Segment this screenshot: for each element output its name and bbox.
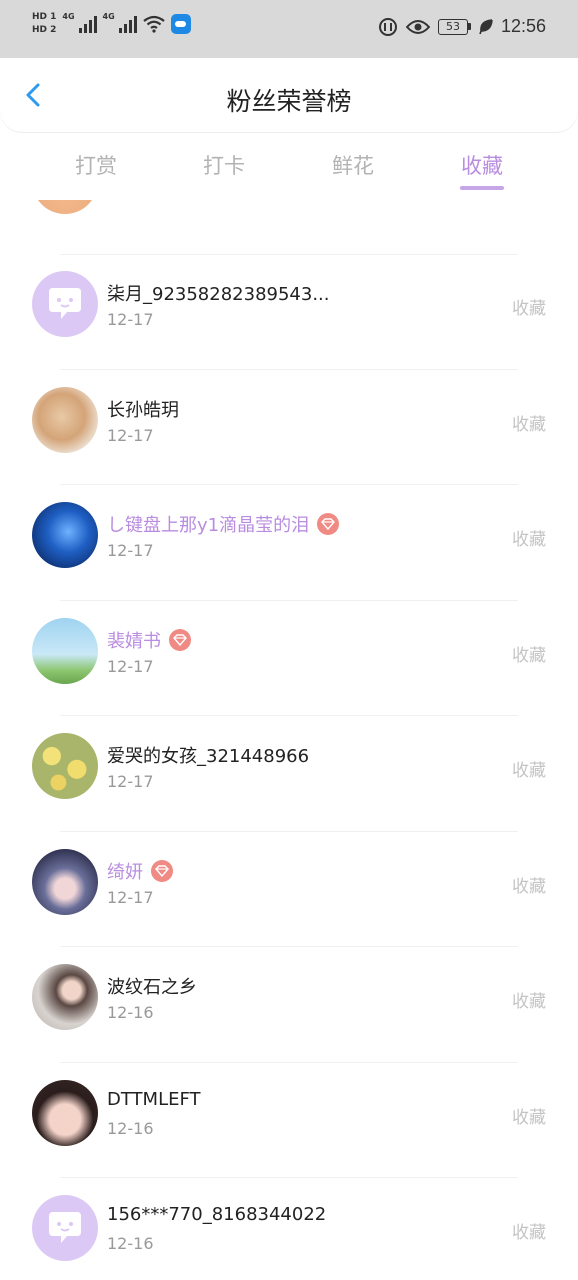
list-item[interactable]: 156***770_8168344022 12-16 收藏 [0,1178,578,1280]
date: 12-16 [107,1118,154,1138]
action-label: 收藏 [512,299,546,319]
user-name: し键盘上那у1滴晶莹的泪 [107,515,310,536]
sim2-label: HD 2 [32,25,57,35]
action-label: 收藏 [512,992,546,1012]
user-name: 156***770_8168344022 [107,1204,327,1225]
user-name: 长孙皓玥 [107,399,179,421]
default-chat-avatar [32,271,98,337]
list-item[interactable]: し键盘上那у1滴晶莹的泪 12-17 收藏 [0,485,578,601]
list-item[interactable]: 长孙皓玥 12-17 收藏 [0,370,578,485]
name-line: 156***770_8168344022 [107,1204,326,1225]
tab-bar: 打赏 打卡 鲜花 收藏 [0,132,578,202]
action-label: 收藏 [512,530,546,550]
nav-header: 粉丝荣誉榜 [0,58,578,132]
list-item[interactable]: 柒月_92358282389543... 12-17 收藏 [0,254,578,370]
chat-bubble-icon [49,1212,81,1243]
active-tab-indicator [460,186,504,190]
name-line: 爱哭的女孩_321448966 [107,742,309,768]
default-chat-avatar [32,1195,98,1261]
status-left: HD 1 HD 2 4G 4G [32,12,191,36]
girl-face-avatar [32,1079,98,1146]
list-item[interactable]: DTTMLEFT 12-16 收藏 [0,1063,578,1178]
list-item[interactable]: 裴婧书 12-17 收藏 [0,601,578,716]
network2-label: 4G [102,12,115,21]
user-name: 波纹石之乡 [107,977,197,998]
name-line: 柒月_92358282389543... [107,280,330,306]
name-line: 裴婧书 [107,627,191,653]
tab-checkin[interactable]: 打卡 [174,150,274,180]
date: 12-17 [107,310,154,329]
date: 12-16 [107,1003,154,1022]
list-item[interactable]: 绮妍 12-17 收藏 [0,832,578,947]
user-name: 爱哭的女孩_321448966 [107,746,310,767]
diamond-badge-icon [151,859,173,882]
date: 12-17 [107,772,154,791]
data-saver-icon [378,17,397,36]
action-label: 收藏 [512,1107,546,1128]
dog-photo-avatar [32,386,98,453]
sim-indicators: HD 1 HD 2 [32,12,56,36]
tab-flowers[interactable]: 鲜花 [303,150,403,180]
signal-icon [118,15,137,33]
fan-list: 柒月_92358282389543... 12-17 收藏 长孙皓玥 12-17… [0,200,578,1280]
battery-icon: 53 [437,18,471,35]
user-name: DTTMLEFT [107,1088,201,1110]
name-line: 绮妍 [107,858,173,884]
anime-couple-avatar [32,617,98,684]
leaf-icon [479,18,493,34]
list-item[interactable]: 波纹石之乡 12-16 收藏 [0,947,578,1063]
network1-label: 4G [62,12,75,21]
eye-icon [405,19,430,34]
name-line: 波纹石之乡 [107,973,197,999]
cloud-app-icon [170,14,191,34]
date: 12-17 [107,656,154,676]
name-line: 长孙皓玥 [107,396,179,422]
status-right: 53 12:56 [378,16,546,37]
date: 12-16 [107,1234,154,1253]
action-label: 收藏 [512,414,546,435]
user-name: 裴婧书 [107,630,161,652]
list-item[interactable]: 爱哭的女孩_321448966 12-17 收藏 [0,716,578,832]
date: 12-17 [107,541,154,560]
sim1-label: HD 1 [32,12,57,22]
wifi-icon [143,15,165,33]
flowers-avatar [32,733,98,799]
name-line: DTTMLEFT [107,1089,201,1110]
user-name: 绮妍 [107,861,143,883]
page-title: 粉丝荣誉榜 [226,87,352,116]
signal-icon [78,15,97,33]
chat-bubble-icon [49,288,81,319]
tab-collect[interactable]: 收藏 [432,150,532,180]
battery-level: 53 [437,18,468,35]
status-bar: HD 1 HD 2 4G 4G 53 12:56 [0,0,578,58]
tab-reward[interactable]: 打赏 [46,150,146,180]
date: 12-17 [107,425,154,445]
avatar [32,200,98,214]
clock: 12:56 [500,16,546,36]
action-label: 收藏 [512,761,546,781]
diamond-badge-icon [169,628,191,651]
date: 12-17 [107,887,154,907]
action-label: 收藏 [512,645,546,666]
name-line: し键盘上那у1滴晶莹的泪 [107,511,340,537]
woman-photo-avatar [32,964,98,1030]
action-label: 收藏 [512,876,546,897]
butterfly-avatar [32,502,98,568]
diamond-badge-icon [317,513,340,535]
anime-girl-avatar [32,848,98,915]
action-label: 收藏 [512,1223,546,1243]
user-name: 柒月_92358282389543... [107,284,330,305]
